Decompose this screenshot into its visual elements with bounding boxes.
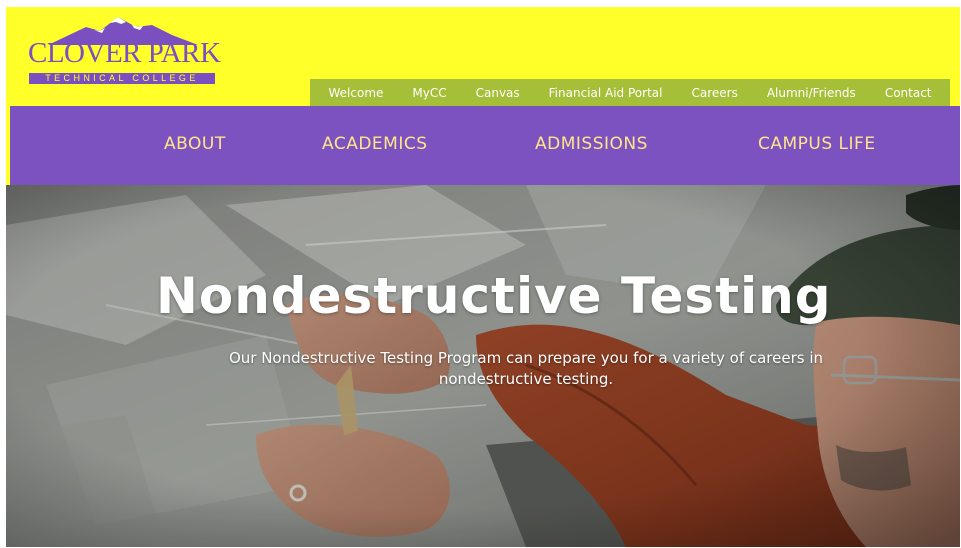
main-nav-about[interactable]: ABOUT (164, 134, 226, 154)
util-nav-mycc[interactable]: MyCC (412, 86, 446, 100)
utility-nav: Welcome MyCC Canvas Financial Aid Portal… (310, 79, 950, 106)
hero-banner: Nondestructive Testing Our Nondestructiv… (6, 185, 960, 547)
page-frame: CLOVER PARK TECHNICAL COLLEGE Welcome My… (6, 7, 960, 547)
util-nav-canvas[interactable]: Canvas (476, 86, 520, 100)
logo-subtitle: TECHNICAL COLLEGE (29, 73, 215, 84)
main-nav-campus-life[interactable]: CAMPUS LIFE (758, 134, 876, 154)
util-nav-careers[interactable]: Careers (691, 86, 737, 100)
main-nav: ABOUT ACADEMICS ADMISSIONS CAMPUS LIFE (6, 106, 960, 185)
util-nav-contact[interactable]: Contact (885, 86, 932, 100)
logo-name: CLOVER PARK (28, 37, 221, 69)
util-nav-welcome[interactable]: Welcome (329, 86, 384, 100)
hero-title: Nondestructive Testing (156, 267, 832, 325)
util-nav-alumni-friends[interactable]: Alumni/Friends (767, 86, 856, 100)
main-nav-academics[interactable]: ACADEMICS (322, 134, 428, 154)
college-logo[interactable]: CLOVER PARK TECHNICAL COLLEGE (18, 15, 221, 84)
util-nav-financial-aid-portal[interactable]: Financial Aid Portal (549, 86, 663, 100)
site-header: CLOVER PARK TECHNICAL COLLEGE Welcome My… (6, 7, 960, 106)
main-nav-admissions[interactable]: ADMISSIONS (535, 134, 648, 154)
hero-subtitle: Our Nondestructive Testing Program can p… (228, 349, 824, 388)
